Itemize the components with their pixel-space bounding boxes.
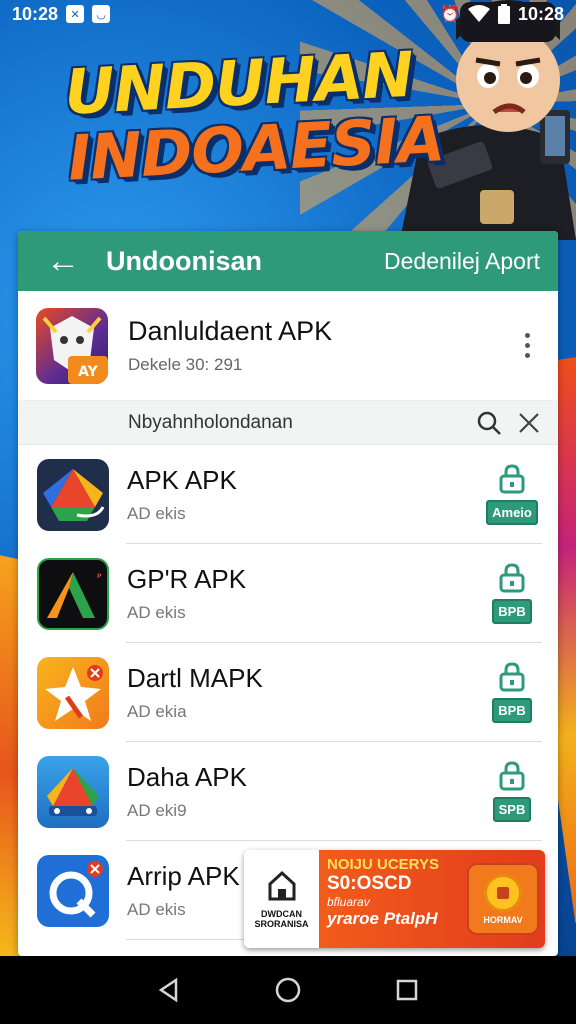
app-icon-drive: [37, 458, 109, 531]
item-badge[interactable]: Ameio: [486, 500, 538, 525]
status-bar: 10:28 ✕ ◡ ⏰ 10:28: [0, 0, 576, 28]
notification-shield-icon: ◡: [92, 5, 111, 23]
status-time-left: 10:28: [12, 3, 59, 24]
item-actions: SPB: [482, 761, 542, 822]
download-header[interactable]: AY Danluldaent APK Dekele 30: 291: [18, 291, 558, 401]
item-actions: BPB: [482, 662, 542, 723]
list-item[interactable]: Dartl MAPK AD ekia BPB: [18, 643, 558, 742]
header-texts: Danluldaent APK Dekele 30: 291: [128, 316, 512, 375]
item-texts: Daha APK AD eki9: [127, 762, 482, 821]
search-icon[interactable]: [476, 410, 502, 436]
item-title: APK APK: [127, 465, 237, 495]
search-bar[interactable]: Nbyahnholondanan: [18, 401, 558, 445]
status-left: 10:28 ✕ ◡: [12, 3, 111, 25]
app-icon-arrow: ᵖ: [37, 557, 109, 630]
item-title: Daha APK: [127, 762, 247, 792]
app-icon-star: [37, 656, 109, 729]
item-subtitle: AD ekia: [127, 702, 187, 721]
nav-back-icon[interactable]: [154, 975, 184, 1005]
item-actions: Ameio: [482, 464, 542, 525]
header-subtitle: Dekele 30: 291: [128, 355, 243, 374]
item-texts: Dartl MAPK AD ekia: [127, 663, 482, 722]
alarm-icon: ⏰: [440, 6, 460, 23]
house-icon: [268, 870, 295, 901]
lock-icon[interactable]: [498, 563, 526, 593]
nav-recents-icon[interactable]: [392, 975, 422, 1005]
app-title: Undoonisan: [106, 245, 262, 276]
coin-icon: [484, 873, 522, 912]
item-badge[interactable]: BPB: [492, 698, 532, 723]
list-item[interactable]: Daha APK AD eki9 SPB: [18, 742, 558, 841]
battery-icon: [497, 4, 510, 24]
app-icon-mask: AY: [36, 307, 108, 384]
item-title: GP'R APK: [127, 564, 247, 594]
item-texts: APK APK AD ekis: [127, 465, 482, 524]
app-panel: ← Undoonisan Dedenilej Aport AY Danlulda…: [18, 231, 558, 956]
ad-cta-label: HORMAV: [483, 914, 523, 925]
header-title: Danluldaent APK: [128, 316, 333, 346]
search-input[interactable]: Nbyahnholondanan: [128, 412, 476, 434]
item-subtitle: AD ekis: [127, 603, 186, 622]
ad-banner[interactable]: DWDCAN SRORANISA NOIJU UCERYS S0:OSCD bf…: [244, 850, 545, 948]
ad-cta-button[interactable]: HORMAV: [467, 863, 539, 935]
ad-left-label: DWDCAN SRORANISA: [254, 909, 309, 929]
banner-title: UNDUHAN INDOAESIA: [63, 38, 446, 195]
svg-text:AY: AY: [78, 364, 98, 380]
back-arrow-icon[interactable]: ←: [46, 244, 80, 278]
ad-main: NOIJU UCERYS S0:OSCD bfluarav yraroe Pta…: [319, 850, 545, 948]
notification-x-icon: ✕: [66, 5, 85, 23]
ad-left: DWDCAN SRORANISA: [244, 850, 319, 948]
item-badge[interactable]: SPB: [492, 797, 532, 822]
navigation-bar: [0, 956, 576, 1024]
app-icon-triangle: [37, 755, 109, 828]
lock-icon[interactable]: [498, 464, 526, 494]
list-item[interactable]: ᵖ GP'R APK AD ekis BPB: [18, 544, 558, 643]
status-time-right: 10:28: [517, 3, 564, 24]
wifi-icon: [467, 5, 490, 22]
status-right: ⏰ 10:28: [440, 4, 564, 25]
list-item[interactable]: APK APK AD ekis Ameio: [18, 445, 558, 544]
app-bar-action[interactable]: Dedenilej Aport: [384, 248, 540, 275]
lock-icon[interactable]: [498, 662, 526, 692]
close-icon[interactable]: [518, 412, 540, 434]
lock-icon[interactable]: [498, 761, 526, 791]
item-subtitle: AD ekis: [127, 504, 186, 523]
item-texts: GP'R APK AD ekis: [127, 564, 482, 623]
item-actions: BPB: [482, 563, 542, 624]
item-subtitle: AD eki9: [127, 801, 187, 820]
svg-text:ᵖ: ᵖ: [97, 572, 102, 583]
nav-home-icon[interactable]: [273, 975, 303, 1005]
item-badge[interactable]: BPB: [492, 599, 532, 624]
app-bar: ← Undoonisan Dedenilej Aport: [18, 231, 558, 291]
item-title: Dartl MAPK: [127, 663, 263, 693]
app-icon-q: [37, 854, 109, 927]
more-options-icon[interactable]: [512, 333, 542, 358]
